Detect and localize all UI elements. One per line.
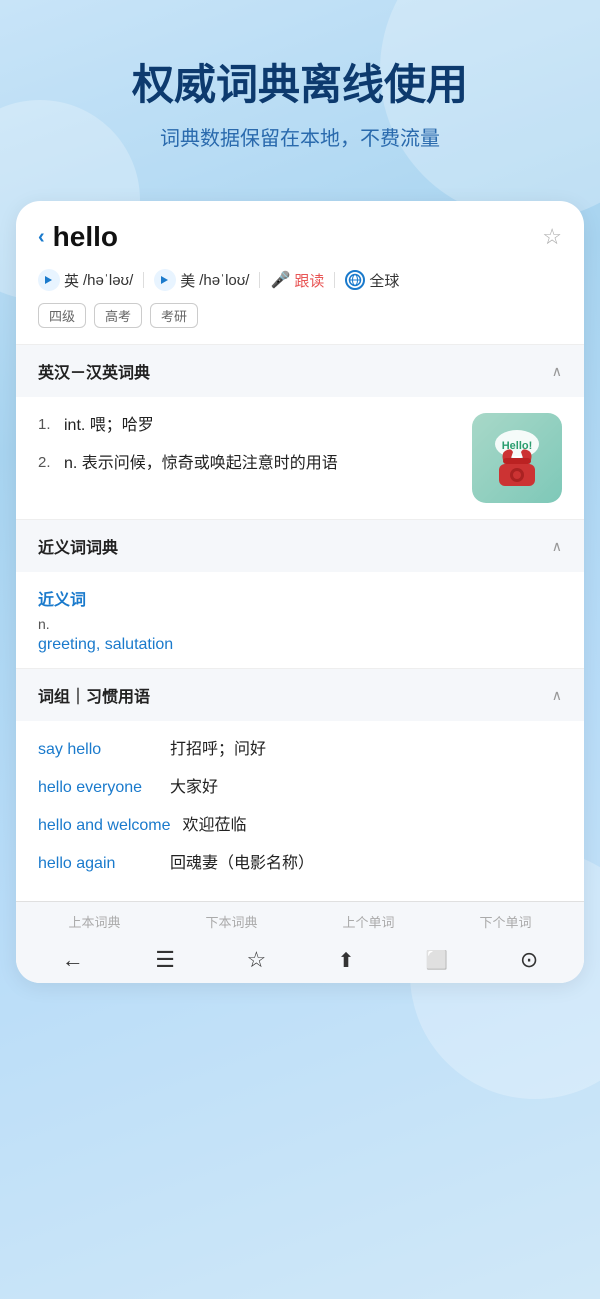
chevron-up-icon-synonym: ∧: [552, 538, 562, 555]
chevron-up-icon-phrase: ∧: [552, 687, 562, 704]
share-up-icon: ⬆: [338, 948, 355, 973]
nav-main-bar: ← ☰ ☆ ⬆ ⬜ ⊙: [26, 939, 574, 979]
nav-menu-button[interactable]: ☰: [155, 947, 175, 973]
phrase-item-1: say hello 打招呼；问好: [38, 735, 562, 759]
global-label: 全球: [369, 270, 399, 291]
window-icon: ⬜: [426, 950, 448, 971]
word-left: ‹ hello: [38, 221, 118, 253]
dictionary-card: ‹ hello ☆ 英 /həˈləʊ/ 美 /həˈloʊ/: [16, 201, 584, 983]
section-synonym-header[interactable]: 近义词词典 ∧: [16, 519, 584, 572]
british-symbol: /həˈləʊ/: [83, 272, 133, 289]
definition-text-block: 1. int. 喂；哈罗 2. n. 表示问候，惊奇或唤起注意时的用语: [38, 413, 460, 503]
word-header: ‹ hello ☆: [16, 201, 584, 263]
def-content-1: int. 喂；哈罗: [64, 413, 154, 439]
nav-next-dict[interactable]: 下本词典: [205, 912, 257, 931]
word-title: hello: [53, 221, 118, 253]
phrase-meaning-3: 欢迎莅临: [183, 811, 247, 835]
american-symbol: /həˈloʊ/: [199, 272, 249, 289]
def-content-2: n. 表示问候，惊奇或唤起注意时的用语: [64, 451, 338, 477]
nav-back-button[interactable]: ←: [62, 947, 84, 973]
phrase-item-4: hello again 回魂妻（电影名称）: [38, 849, 562, 873]
definition-area: 1. int. 喂；哈罗 2. n. 表示问候，惊奇或唤起注意时的用语 Hell…: [16, 397, 584, 519]
nav-footer: 上本词典 下本词典 上个单词 下个单词 ← ☰ ☆ ⬆ ⬜ ⊙: [16, 901, 584, 983]
main-title: 权威词典离线使用: [30, 60, 570, 110]
global-item[interactable]: 全球: [345, 270, 399, 291]
tag-gaokao: 高考: [94, 303, 142, 328]
british-phonetic: 英 /həˈləʊ/: [38, 269, 133, 291]
star-outline-icon: ☆: [246, 947, 266, 973]
definition-2: 2. n. 表示问候，惊奇或唤起注意时的用语: [38, 451, 460, 477]
phrase-word-3[interactable]: hello and welcome: [38, 817, 171, 835]
nav-star-button[interactable]: ☆: [246, 947, 266, 973]
nav-more-button[interactable]: ⊙: [520, 947, 538, 973]
sub-title: 词典数据保留在本地，不费流量: [30, 122, 570, 151]
header-section: 权威词典离线使用 词典数据保留在本地，不费流量: [0, 0, 600, 181]
tags-row: 四级 高考 考研: [16, 299, 584, 344]
phrase-word-4[interactable]: hello again: [38, 855, 158, 873]
american-phonetic: 美 /həˈloʊ/: [154, 269, 249, 291]
svg-text:Hello!: Hello!: [502, 440, 533, 452]
def-num-2: 2.: [38, 451, 56, 477]
nav-window-button[interactable]: ⬜: [426, 950, 448, 971]
nav-sub-bar: 上本词典 下本词典 上个单词 下个单词: [26, 908, 574, 939]
section-synonym-title: 近义词词典: [38, 534, 118, 558]
synonym-type: n.: [38, 616, 562, 632]
tag-postgrad: 考研: [150, 303, 198, 328]
british-region: 英: [64, 270, 79, 291]
follow-read-item[interactable]: 🎤 跟读: [270, 270, 324, 291]
nav-prev-dict[interactable]: 上本词典: [68, 912, 120, 931]
phrase-meaning-2: 大家好: [170, 773, 218, 797]
menu-list-icon: ☰: [155, 947, 175, 973]
phrase-word-1[interactable]: say hello: [38, 741, 158, 759]
audio-icon-us[interactable]: [154, 269, 176, 291]
definition-1: 1. int. 喂；哈罗: [38, 413, 460, 439]
synonym-section: 近义词 n. greeting, salutation: [16, 572, 584, 668]
phrase-meaning-1: 打招呼；问好: [170, 735, 266, 759]
tag-cet4: 四级: [38, 303, 86, 328]
phrase-item-2: hello everyone 大家好: [38, 773, 562, 797]
section-bilingual-header[interactable]: 英汉－汉英词典 ∧: [16, 344, 584, 397]
back-icon[interactable]: ‹: [38, 226, 45, 249]
more-dots-icon: ⊙: [520, 947, 538, 973]
nav-next-word[interactable]: 下个单词: [479, 912, 531, 931]
phrase-meaning-4: 回魂妻（电影名称）: [170, 849, 314, 873]
section-phrase-title: 词组｜习惯用语: [38, 683, 150, 707]
bookmark-star-icon[interactable]: ☆: [542, 224, 562, 250]
audio-icon-uk[interactable]: [38, 269, 60, 291]
section-bilingual-title: 英汉－汉英词典: [38, 359, 150, 383]
phonetic-separator: [143, 272, 144, 288]
nav-share-button[interactable]: ⬆: [338, 948, 355, 973]
def-num-1: 1.: [38, 413, 56, 439]
phrase-item-3: hello and welcome 欢迎莅临: [38, 811, 562, 835]
phonetic-separator-3: [334, 272, 335, 288]
section-phrase-header[interactable]: 词组｜习惯用语 ∧: [16, 668, 584, 721]
follow-read-label: 跟读: [294, 270, 324, 291]
chevron-up-icon-dict: ∧: [552, 363, 562, 380]
synonym-label: 近义词: [38, 586, 562, 610]
phrase-section: say hello 打招呼；问好 hello everyone 大家好 hell…: [16, 721, 584, 901]
hello-illustration: Hello!: [472, 413, 562, 503]
american-region: 美: [180, 270, 195, 291]
phonetic-row: 英 /həˈləʊ/ 美 /həˈloʊ/ 🎤 跟读: [16, 263, 584, 299]
nav-prev-word[interactable]: 上个单词: [342, 912, 394, 931]
synonym-words: greeting, salutation: [38, 636, 562, 654]
phrase-word-2[interactable]: hello everyone: [38, 779, 158, 797]
back-arrow-icon: ←: [62, 947, 84, 973]
global-icon: [345, 270, 365, 290]
phonetic-separator-2: [259, 272, 260, 288]
microphone-icon: 🎤: [270, 270, 290, 290]
